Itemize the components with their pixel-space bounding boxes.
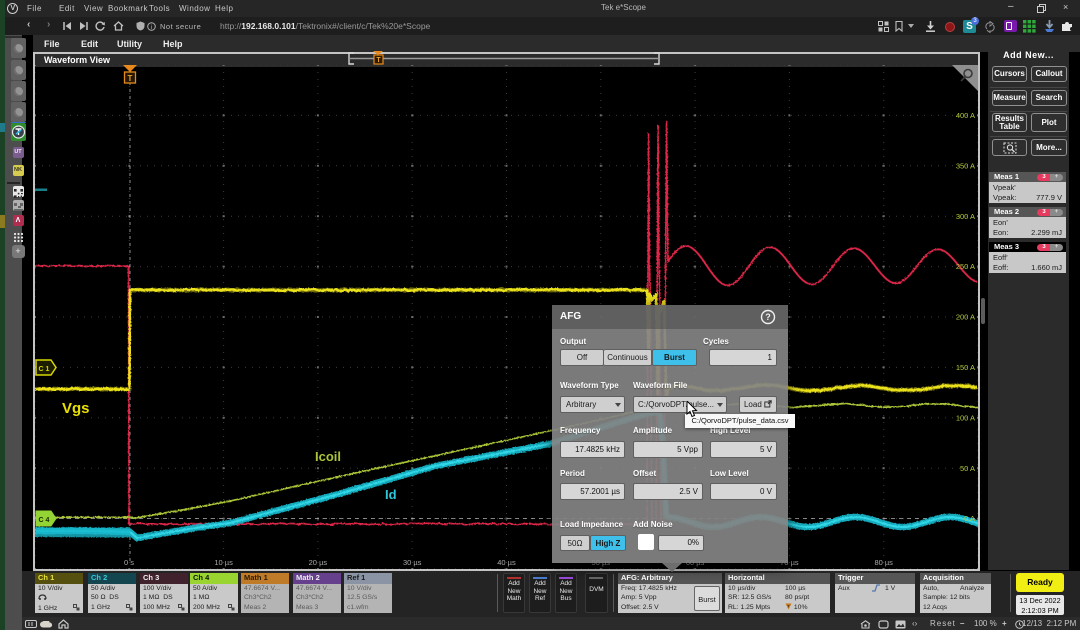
svg-text:Id: Id: [385, 487, 397, 502]
svg-text:Vgs: Vgs: [62, 400, 90, 417]
svg-text:200 A: 200 A: [956, 313, 975, 322]
svg-text:40 µs: 40 µs: [497, 558, 516, 567]
svg-text:C 1: C 1: [39, 366, 50, 373]
svg-text:350 A: 350 A: [956, 161, 975, 170]
svg-text:T: T: [376, 57, 381, 64]
svg-text:?: ?: [765, 312, 771, 322]
svg-text:80 µs: 80 µs: [874, 558, 893, 567]
svg-text:i: i: [151, 24, 152, 31]
svg-text:20 µs: 20 µs: [309, 558, 328, 567]
svg-text:250 A: 250 A: [956, 262, 975, 271]
svg-text:30 µs: 30 µs: [403, 558, 422, 567]
svg-text:150 A: 150 A: [956, 363, 975, 372]
svg-text:0 A: 0 A: [964, 514, 975, 523]
svg-text:100 A: 100 A: [956, 413, 975, 422]
svg-text:0 s: 0 s: [124, 558, 134, 567]
svg-text:C 4: C 4: [39, 517, 50, 524]
svg-text:10 µs: 10 µs: [214, 558, 233, 567]
svg-text:Icoil: Icoil: [315, 449, 341, 464]
svg-text:50 A: 50 A: [960, 464, 975, 473]
svg-text:T: T: [128, 74, 133, 83]
svg-text:300 A: 300 A: [956, 212, 975, 221]
svg-text:400 A: 400 A: [956, 111, 975, 120]
